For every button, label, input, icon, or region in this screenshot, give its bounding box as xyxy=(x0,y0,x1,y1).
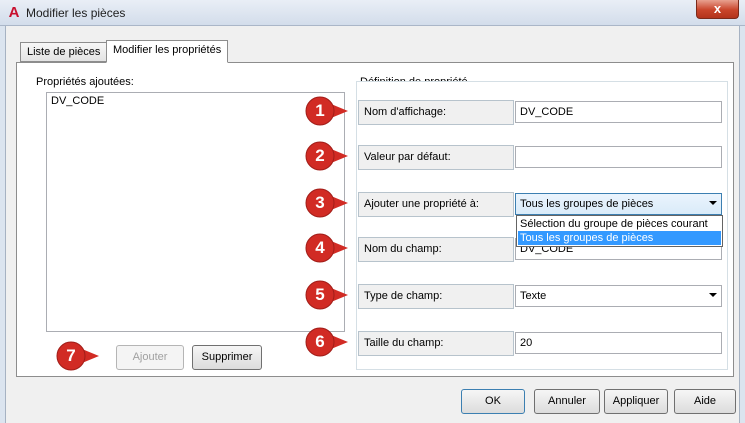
field-size-field[interactable]: 20 xyxy=(515,332,722,354)
option-all-part-groups[interactable]: Tous les groupes de pièces xyxy=(518,231,721,245)
default-value-field[interactable] xyxy=(515,146,722,168)
add-property-to-value: Tous les groupes de pièces xyxy=(520,198,654,210)
list-item[interactable]: DV_CODE xyxy=(51,95,104,107)
callout-2: 2 xyxy=(305,141,349,171)
close-button[interactable]: x xyxy=(696,0,739,19)
add-property-to-label: Ajouter une propriété à: xyxy=(358,192,514,217)
field-size-label: Taille du champ: xyxy=(358,331,514,356)
chevron-down-icon xyxy=(709,201,717,205)
help-button[interactable]: Aide xyxy=(674,389,736,414)
display-name-label: Nom d'affichage: xyxy=(358,100,514,125)
tab-part-list[interactable]: Liste de pièces xyxy=(20,42,108,62)
ok-button[interactable]: OK xyxy=(461,389,525,414)
cancel-button[interactable]: Annuler xyxy=(534,389,600,414)
callout-6: 6 xyxy=(305,327,349,357)
callout-1: 1 xyxy=(305,96,349,126)
callout-5: 5 xyxy=(305,280,349,310)
field-name-label: Nom du champ: xyxy=(358,237,514,262)
field-type-value: Texte xyxy=(520,290,547,302)
callout-7: 7 xyxy=(56,341,100,371)
app-logo-icon: A xyxy=(8,4,20,21)
delete-button[interactable]: Supprimer xyxy=(192,345,262,370)
window-title: Modifier les pièces xyxy=(26,6,126,20)
add-button[interactable]: Ajouter xyxy=(116,345,184,370)
apply-button[interactable]: Appliquer xyxy=(604,389,668,414)
add-property-to-select[interactable]: Tous les groupes de pièces xyxy=(515,193,722,215)
default-value-label: Valeur par défaut: xyxy=(358,145,514,170)
add-property-to-dropdown: Sélection du groupe de pièces courant To… xyxy=(516,215,723,247)
chevron-down-icon xyxy=(709,293,717,297)
option-current-part-group[interactable]: Sélection du groupe de pièces courant xyxy=(518,217,721,231)
callout-4: 4 xyxy=(305,233,349,263)
added-properties-label: Propriétés ajoutées: xyxy=(36,76,134,88)
window-border-left xyxy=(0,26,6,423)
added-properties-list[interactable]: DV_CODE xyxy=(46,92,345,332)
display-name-field[interactable]: DV_CODE xyxy=(515,101,722,123)
tab-modify-properties[interactable]: Modifier les propriétés xyxy=(106,40,229,63)
callout-3: 3 xyxy=(305,188,349,218)
field-type-label: Type de champ: xyxy=(358,284,514,309)
field-type-select[interactable]: Texte xyxy=(515,285,722,307)
window-border-right xyxy=(739,26,745,423)
